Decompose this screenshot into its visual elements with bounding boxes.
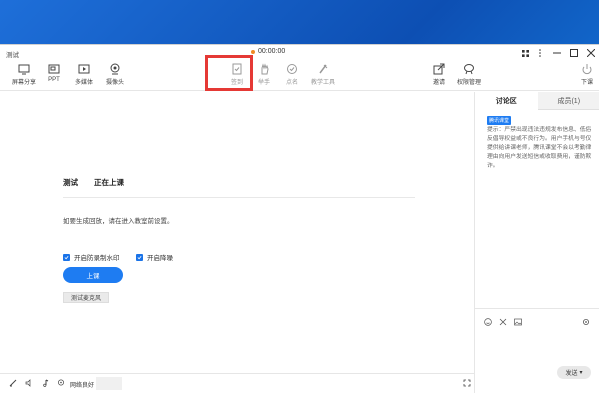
music-icon[interactable] (40, 378, 50, 388)
invite-label: 邀请 (433, 80, 446, 86)
camera-icon (110, 63, 120, 75)
roll-call-label: 点名 (286, 80, 299, 86)
window-title: 测试 (6, 52, 19, 59)
permission-icon (464, 64, 474, 75)
raise-hand-icon (261, 63, 269, 75)
send-button[interactable]: 发送 ▾ (557, 366, 591, 379)
end-class-icon (582, 64, 592, 75)
invite-icon (433, 63, 445, 75)
course-status: 正在上课 (94, 178, 124, 187)
camera-button[interactable]: 摄像头 (106, 63, 124, 86)
ppt-button[interactable]: PPT (48, 63, 60, 83)
emoji-icon[interactable] (483, 317, 492, 326)
network-status: 网络良好 (70, 383, 95, 389)
chat-tools (483, 317, 522, 326)
checkin-highlight-box (205, 55, 253, 91)
pen-icon[interactable] (8, 378, 18, 388)
mic-test-button[interactable]: 测试麦克风 (63, 292, 109, 303)
speaker-icon[interactable] (24, 378, 34, 388)
timer-dot-icon (251, 49, 255, 54)
course-header: 测试 正在上课 (63, 177, 124, 188)
watermark-label: 开启防录制水印 (74, 255, 120, 262)
ppt-label: PPT (48, 77, 60, 83)
image-icon[interactable] (513, 317, 522, 326)
notice-badge: 腾讯课堂 (487, 116, 512, 125)
title-bar: 测试 00:00:00 (0, 45, 599, 61)
roll-call-button[interactable]: 点名 (286, 63, 298, 86)
ppt-icon (48, 64, 60, 74)
noise-reduction-label: 开启降噪 (147, 255, 173, 262)
replay-hint: 如要生成回放，请在进入教室前设置。 (63, 218, 174, 225)
location-icon[interactable] (56, 378, 66, 388)
start-class-button[interactable]: 上课 (63, 267, 123, 283)
chat-divider (475, 308, 599, 309)
permission-label: 权限管理 (457, 80, 482, 86)
minimize-button[interactable] (550, 47, 564, 59)
course-divider (63, 197, 415, 198)
network-indicator (96, 377, 122, 390)
raise-hand-button[interactable]: 举手 (258, 63, 270, 86)
course-name: 测试 (63, 178, 78, 187)
more-menu-icon[interactable] (533, 47, 547, 59)
teaching-tools-button[interactable]: 教学工具 (311, 63, 335, 86)
permission-button[interactable]: 权限管理 (457, 63, 481, 86)
close-button[interactable] (584, 47, 598, 59)
media-label: 多媒体 (75, 80, 94, 86)
screen-share-button[interactable]: 屏幕分享 (12, 63, 36, 86)
notice-text: 提示：严禁出现违法违规发布信息、低俗反倡导权益或不良行为。用户手机与号仅提供给讲… (487, 127, 592, 169)
screen-share-icon (18, 64, 30, 75)
settings-gear-icon[interactable] (581, 317, 590, 326)
roll-call-icon (287, 64, 297, 74)
fullscreen-icon[interactable] (462, 378, 472, 388)
class-timer: 00:00:00 (251, 48, 285, 55)
maximize-button[interactable] (567, 47, 581, 59)
classroom-window: 测试 00:00:00 屏幕分享 PPT 多媒体 摄像头 签到 举手 点名 教学… (0, 44, 599, 393)
watermark-option[interactable]: 开启防录制水印 (63, 252, 120, 262)
screen-share-label: 屏幕分享 (12, 80, 37, 86)
media-icon (78, 64, 90, 74)
discussion-panel: 讨论区 成员(1) 腾讯课堂 提示：严禁出现违法违规发布信息、低俗反倡导权益或不… (474, 92, 599, 393)
teaching-tools-icon (319, 64, 328, 74)
chevron-down-icon[interactable]: ▾ (580, 369, 583, 376)
camera-label: 摄像头 (106, 80, 125, 86)
watermark-checkbox[interactable] (63, 253, 70, 261)
noise-reduction-checkbox[interactable] (136, 253, 143, 261)
panel-tabs: 讨论区 成员(1) (475, 92, 599, 110)
send-label: 发送 (565, 371, 578, 377)
raise-hand-label: 举手 (258, 80, 271, 86)
teaching-tools-label: 教学工具 (311, 80, 336, 86)
main-toolbar: 屏幕分享 PPT 多媒体 摄像头 签到 举手 点名 教学工具 邀请 权限管理 下… (0, 61, 599, 91)
tab-members[interactable]: 成员(1) (537, 92, 599, 110)
invite-button[interactable]: 邀请 (433, 63, 445, 86)
media-button[interactable]: 多媒体 (75, 63, 93, 86)
noise-reduction-option[interactable]: 开启降噪 (136, 252, 173, 262)
tab-discussion[interactable]: 讨论区 (475, 92, 538, 110)
scissors-icon[interactable] (498, 317, 507, 326)
end-class-button[interactable]: 下课 (581, 63, 593, 86)
timer-text: 00:00:00 (258, 48, 286, 55)
layout-grid-icon[interactable] (518, 47, 532, 59)
bottom-bar: 网络良好 (0, 373, 474, 393)
end-class-label: 下课 (581, 80, 594, 86)
